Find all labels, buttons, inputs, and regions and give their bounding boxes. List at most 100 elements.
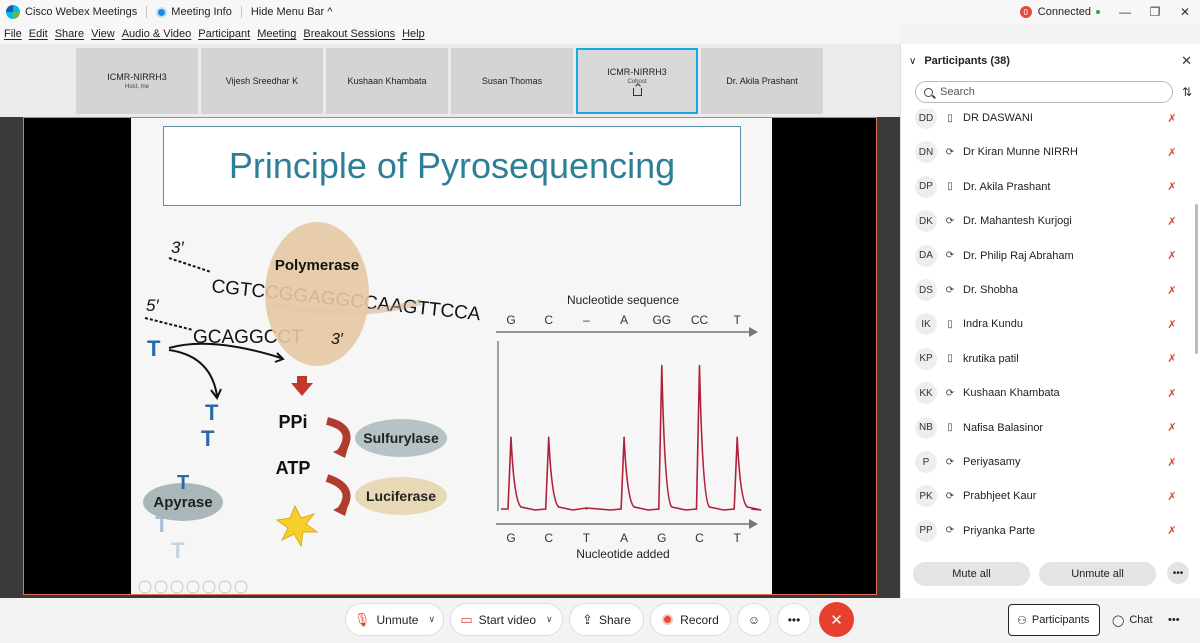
more-icon: ••• — [787, 612, 801, 627]
muted-mic-icon[interactable]: ✗ — [1165, 387, 1179, 400]
avatar: DS — [915, 279, 937, 301]
participants-title: Participants (38) — [924, 55, 1010, 67]
unmute-all-button[interactable]: Unmute all — [1039, 562, 1156, 586]
menu-view[interactable]: View — [91, 28, 115, 40]
phone-icon: ▯ — [947, 112, 953, 124]
incoming-t: T — [147, 336, 161, 361]
t-base: T — [205, 400, 219, 425]
menu-audio-video[interactable]: Audio & Video — [122, 28, 192, 40]
participant-name: Dr. Philip Raj Abraham — [963, 249, 1074, 262]
participant-row[interactable]: PK ⟳ Prabhjeet Kaur ✗ — [901, 479, 1191, 513]
share-button[interactable]: ⇪ Share — [569, 603, 644, 636]
participant-row[interactable]: P ⟳ Periyasamy ✗ — [901, 445, 1191, 479]
muted-mic-icon[interactable]: ✗ — [1165, 146, 1179, 159]
muted-mic-icon[interactable]: ✗ — [1165, 421, 1179, 434]
slide-controls — [138, 580, 248, 594]
muted-mic-icon[interactable]: ✗ — [1165, 215, 1179, 228]
muted-mic-icon[interactable]: ✗ — [1165, 284, 1179, 297]
chevron-down-icon[interactable]: ∨ — [428, 614, 435, 625]
maximize-icon[interactable]: ❐ — [1140, 5, 1170, 19]
menu-help[interactable]: Help — [402, 28, 425, 40]
connection-status[interactable]: Connected — [1038, 6, 1091, 18]
participant-row[interactable]: DA ⟳ Dr. Philip Raj Abraham ✗ — [901, 239, 1191, 273]
video-tile[interactable]: Dr. Akila Prashant — [701, 48, 823, 114]
peak-point — [547, 436, 550, 439]
reactions-button[interactable]: ☺ — [737, 603, 771, 636]
hide-menu-bar-button[interactable]: Hide Menu Bar ^ — [251, 6, 333, 18]
light-burst-icon — [275, 504, 319, 548]
chat-tab[interactable]: ◯ Chat — [1104, 604, 1156, 636]
leave-meeting-button[interactable]: ✕ — [819, 602, 854, 637]
menu-participant[interactable]: Participant — [198, 28, 250, 40]
search-icon — [924, 87, 933, 97]
video-tile[interactable]: Susan Thomas — [451, 48, 573, 114]
participant-row[interactable]: PP ⟳ Priyanka Parte ✗ — [901, 514, 1191, 548]
added-label: Nucleotide added — [576, 547, 669, 561]
video-tile-active[interactable]: ICMR-NIRRH3 Cohost — [576, 48, 698, 114]
chevron-down-icon[interactable]: ∨ — [546, 614, 553, 625]
meeting-info-button[interactable]: Meeting Info — [156, 6, 232, 18]
start-video-button[interactable]: ▭ Start video ∨ — [450, 603, 563, 636]
menu-file[interactable]: File — [4, 28, 22, 40]
scrollbar[interactable] — [1195, 204, 1198, 354]
sort-icon[interactable]: ⇅ — [1182, 85, 1192, 99]
avatar: NB — [915, 416, 937, 439]
participants-tab[interactable]: ⚇ Participants — [1008, 604, 1100, 636]
video-tile[interactable]: Kushaan Khambata — [326, 48, 448, 114]
polymerase-label: Polymerase — [275, 257, 359, 274]
meeting-info-label: Meeting Info — [171, 6, 232, 18]
avatar: DK — [915, 210, 937, 233]
muted-mic-icon[interactable]: ✗ — [1165, 112, 1179, 125]
muted-mic-icon[interactable]: ✗ — [1165, 249, 1179, 262]
muted-mic-icon[interactable]: ✗ — [1165, 524, 1179, 537]
muted-mic-icon[interactable]: ✗ — [1165, 456, 1179, 469]
close-panel-icon[interactable]: ✕ — [1181, 53, 1192, 69]
apyrase-label: Apyrase — [153, 494, 212, 511]
presentation-slide: Principle of Pyrosequencing 3′ CGTCCGGAG… — [131, 118, 772, 594]
participant-row[interactable]: DD ▯ DR DASWANI ✗ — [901, 109, 1191, 135]
participant-row[interactable]: DS ⟳ Dr. Shobha ✗ — [901, 273, 1191, 307]
more-controls-button[interactable]: ••• — [777, 603, 811, 636]
participants-header: ∨ Participants (38) — [901, 44, 1200, 78]
participant-search-input[interactable]: Search — [915, 81, 1173, 103]
more-options-icon[interactable]: ••• — [1167, 562, 1189, 584]
muted-mic-icon[interactable]: ✗ — [1165, 490, 1179, 503]
sequence-letter: – — [583, 313, 590, 327]
menu-share[interactable]: Share — [55, 28, 84, 40]
record-button[interactable]: Record — [650, 603, 731, 636]
close-window-icon[interactable]: ✕ — [1170, 5, 1200, 19]
t-base: T — [201, 426, 215, 451]
muted-mic-icon[interactable]: ✗ — [1165, 318, 1179, 331]
participant-row[interactable]: KK ⟳ Kushaan Khambata ✗ — [901, 376, 1191, 410]
tile-name: Vijesh Sreedhar K — [225, 76, 299, 86]
collapse-chevron-icon[interactable]: ∨ — [909, 56, 916, 67]
minimize-icon[interactable]: — — [1110, 5, 1140, 19]
share-icon: ⇪ — [582, 611, 593, 627]
more-panels-button[interactable]: ••• — [1160, 604, 1190, 636]
participant-row[interactable]: DK ⟳ Dr. Mahantesh Kurjogi ✗ — [901, 204, 1191, 238]
avatar: DN — [915, 141, 937, 164]
video-tile[interactable]: ICMR-NIRRH3 Host, me — [76, 48, 198, 114]
record-label: Record — [680, 612, 719, 627]
muted-mic-icon[interactable]: ✗ — [1165, 180, 1179, 193]
menu-meeting[interactable]: Meeting — [257, 28, 296, 40]
added-letter: C — [544, 531, 553, 545]
peak-point — [736, 436, 738, 439]
participant-row[interactable]: NB ▯ Nafisa Balasinor ✗ — [901, 411, 1191, 445]
participants-tab-label: Participants — [1031, 614, 1090, 626]
tile-name: Susan Thomas — [481, 76, 543, 86]
participants-panel: ∨ Participants (38) ✕ Search ⇅ DD ▯ DR DAS… — [900, 44, 1200, 598]
participant-row[interactable]: DN ⟳ Dr Kiran Munne NIRRH ✗ — [901, 135, 1191, 169]
video-off-icon: ▭ — [460, 611, 473, 627]
unmute-button[interactable]: 🎙 Unmute ∨ — [345, 603, 444, 636]
participant-row[interactable]: DP ▯ Dr. Akila Prashant ✗ — [901, 170, 1191, 204]
participant-row[interactable]: IK ▯ Indra Kundu ✗ — [901, 307, 1191, 341]
added-letter: A — [620, 531, 628, 545]
muted-mic-icon[interactable]: ✗ — [1165, 352, 1179, 365]
video-tile[interactable]: Vijesh Sreedhar K — [201, 48, 323, 114]
menu-edit[interactable]: Edit — [29, 28, 48, 40]
mute-all-button[interactable]: Mute all — [913, 562, 1030, 586]
participant-row[interactable]: KP ▯ krutika patil ✗ — [901, 342, 1191, 376]
menu-breakout-sessions[interactable]: Breakout Sessions — [303, 28, 395, 40]
avatar: DP — [915, 175, 937, 198]
